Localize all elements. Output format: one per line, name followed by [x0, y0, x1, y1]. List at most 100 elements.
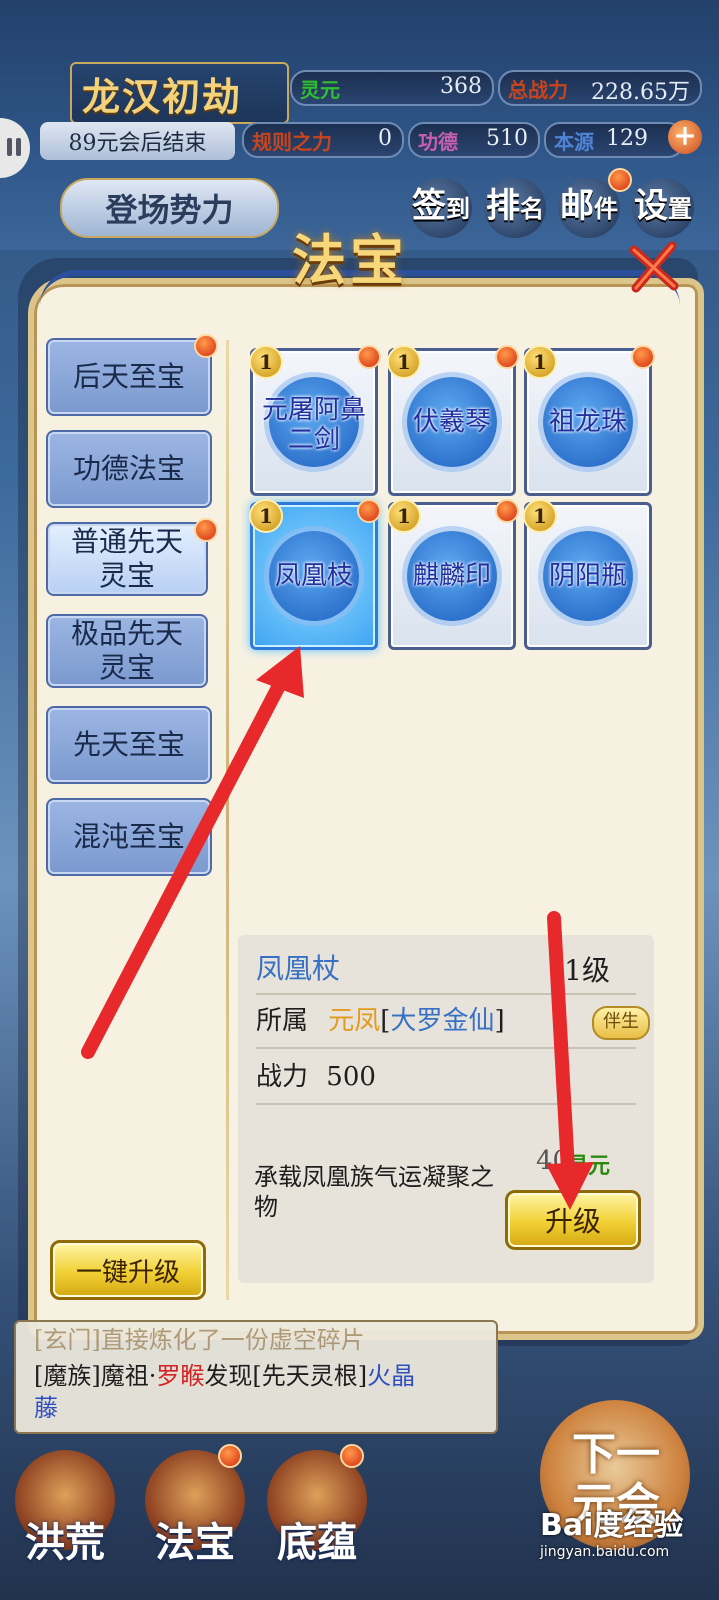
resource-value: 510 — [486, 126, 528, 151]
item-badge-dot — [495, 499, 519, 523]
checkin-button[interactable]: 签到 — [410, 178, 472, 238]
detail-power-row: 战力 500 — [256, 1057, 636, 1105]
treasure-name: 阴阳瓶 — [548, 561, 627, 591]
resource-rule-power: 规则之力 0 — [242, 122, 404, 158]
resource-label: 灵元 — [300, 78, 340, 102]
log-line: 藤 — [34, 1394, 58, 1422]
category-xiantian-zhibao[interactable]: 先天至宝 — [46, 706, 212, 784]
nav-label: 底蕴 — [277, 1519, 357, 1566]
treasure-level-badge: 1 — [387, 345, 421, 379]
log-text: 发现[先天灵根] — [204, 1362, 368, 1390]
nav-char-small: 件 — [594, 194, 618, 223]
category-jipin-xiantian[interactable]: 极品先天灵宝 — [46, 614, 208, 688]
treasure-level-badge: 1 — [387, 499, 421, 533]
watermark-brand: Bai度经验 — [540, 1508, 684, 1543]
treasure-name: 凤凰枝 — [274, 561, 353, 591]
category-putong-xiantian[interactable]: 普通先天灵宝 — [46, 522, 208, 596]
ranking-button[interactable]: 排名 — [484, 178, 546, 238]
resource-label: 总战力 — [508, 78, 568, 102]
nav-label: 法宝 — [155, 1519, 235, 1566]
nav-badge-dot — [218, 1444, 242, 1468]
treasure-item[interactable]: 元屠阿鼻二剑 1 — [249, 345, 381, 496]
one-click-upgrade-button[interactable]: 一键升级 — [50, 1240, 206, 1300]
treasure-name: 麒麟印 — [412, 561, 491, 591]
close-icon[interactable] — [626, 236, 682, 296]
nav-fabao[interactable]: 法宝 — [140, 1450, 250, 1590]
nav-char-small: 到 — [446, 194, 470, 223]
resource-label: 功德 — [418, 130, 458, 154]
item-badge-dot — [357, 345, 381, 369]
modal-title: 法宝 — [292, 228, 408, 292]
treasure-level-badge: 1 — [523, 499, 557, 533]
panel-divider — [226, 340, 229, 1300]
treasure-level-badge: 1 — [249, 499, 283, 533]
game-title: 龙汉初劫 — [82, 74, 243, 119]
treasure-item[interactable]: 祖龙珠 1 — [523, 345, 655, 496]
nav-char: 邮 — [560, 186, 594, 226]
resource-value: 129 — [606, 126, 648, 151]
owner-realm: 大罗金仙 — [390, 1006, 495, 1036]
treasure-description: 承载凤凰族气运凝聚之物 — [254, 1163, 494, 1221]
resource-label: 规则之力 — [252, 130, 332, 154]
pause-icon[interactable] — [4, 136, 24, 158]
log-highlight-item: 火晶 — [367, 1362, 416, 1390]
owner-label: 所属 — [256, 1006, 309, 1036]
detail-owner-row: 所属 元凤[大罗金仙] — [256, 1001, 636, 1049]
log-text: [魔族]魔祖· — [34, 1362, 157, 1390]
treasure-item[interactable]: 伏羲琴 1 — [387, 345, 519, 496]
owner-realm-bracket: [ — [380, 1006, 391, 1036]
treasure-name: 祖龙珠 — [548, 407, 627, 437]
detail-name: 凤凰杖 — [256, 952, 341, 985]
treasure-level-badge: 1 — [523, 345, 557, 379]
owner-name: 元凤 — [328, 1006, 381, 1036]
upgrade-button[interactable]: 升级 — [505, 1190, 641, 1250]
treasure-name: 伏羲琴 — [412, 407, 491, 437]
mail-notification-dot — [608, 168, 632, 192]
category-badge-dot — [194, 334, 218, 358]
faction-button[interactable]: 登场势力 — [60, 178, 279, 238]
treasure-item-selected[interactable]: 凤凰枝 1 — [249, 499, 381, 650]
category-houtian-zhibao[interactable]: 后天至宝 — [46, 338, 212, 416]
nav-char-small: 名 — [520, 194, 544, 223]
treasure-item[interactable]: 麒麟印 1 — [387, 499, 519, 650]
category-badge-dot — [194, 518, 218, 542]
log-line: [玄门]直接炼化了一份虚空碎片 — [34, 1326, 365, 1354]
category-hundun-zhibao[interactable]: 混沌至宝 — [46, 798, 212, 876]
watermark: Bai度经验 jingyan.baidu.com — [540, 1500, 683, 1560]
upgrade-cost-unit: 灵元 — [566, 1153, 611, 1179]
event-log: [玄门]直接炼化了一份虚空碎片 [魔族]魔祖·罗睺发现[先天灵根]火晶 藤 — [14, 1320, 498, 1434]
item-badge-dot — [495, 345, 519, 369]
log-line: [魔族]魔祖·罗睺发现[先天灵根]火晶 — [34, 1356, 415, 1391]
upgrade-cost-amount: 40 — [536, 1146, 570, 1176]
resource-value: 368 — [440, 74, 482, 99]
nav-label: 洪荒 — [25, 1519, 105, 1566]
treasure-name: 元屠阿鼻二剑 — [261, 395, 366, 455]
nav-char-small: 置 — [668, 194, 692, 223]
settings-button[interactable]: 设置 — [632, 178, 694, 238]
nav-badge-dot — [340, 1444, 364, 1468]
nav-char: 排 — [486, 186, 520, 226]
nav-honghuang[interactable]: 洪荒 — [10, 1450, 120, 1590]
nav-char: 设 — [634, 186, 668, 226]
resource-merit: 功德 510 — [408, 122, 540, 158]
detail-level: 1级 — [564, 954, 610, 987]
resource-lingyuan: 灵元 368 — [290, 70, 494, 106]
owner-realm-bracket: ] — [494, 1006, 505, 1036]
resource-value: 0 — [378, 126, 392, 151]
nav-diyun[interactable]: 底蕴 — [262, 1450, 372, 1590]
add-resource-icon[interactable]: + — [668, 120, 702, 154]
companion-badge: 伴生 — [592, 1006, 650, 1040]
detail-header-row: 凤凰杖 1级 — [256, 947, 636, 995]
resource-total-power: 总战力 228.65万 — [498, 70, 702, 106]
resource-value: 228.65万 — [591, 80, 690, 105]
watermark-url: jingyan.baidu.com — [540, 1544, 670, 1560]
nav-char: 签 — [412, 186, 446, 226]
category-gongde-fabao[interactable]: 功德法宝 — [46, 430, 212, 508]
treasure-item[interactable]: 阴阳瓶 1 — [523, 499, 652, 650]
log-highlight-name: 罗睺 — [156, 1362, 205, 1390]
power-value: 500 — [326, 1062, 376, 1092]
resource-label: 本源 — [554, 130, 594, 154]
session-countdown: 89元会后结束 — [40, 122, 235, 160]
treasure-level-badge: 1 — [249, 345, 283, 379]
item-badge-dot — [357, 499, 381, 523]
